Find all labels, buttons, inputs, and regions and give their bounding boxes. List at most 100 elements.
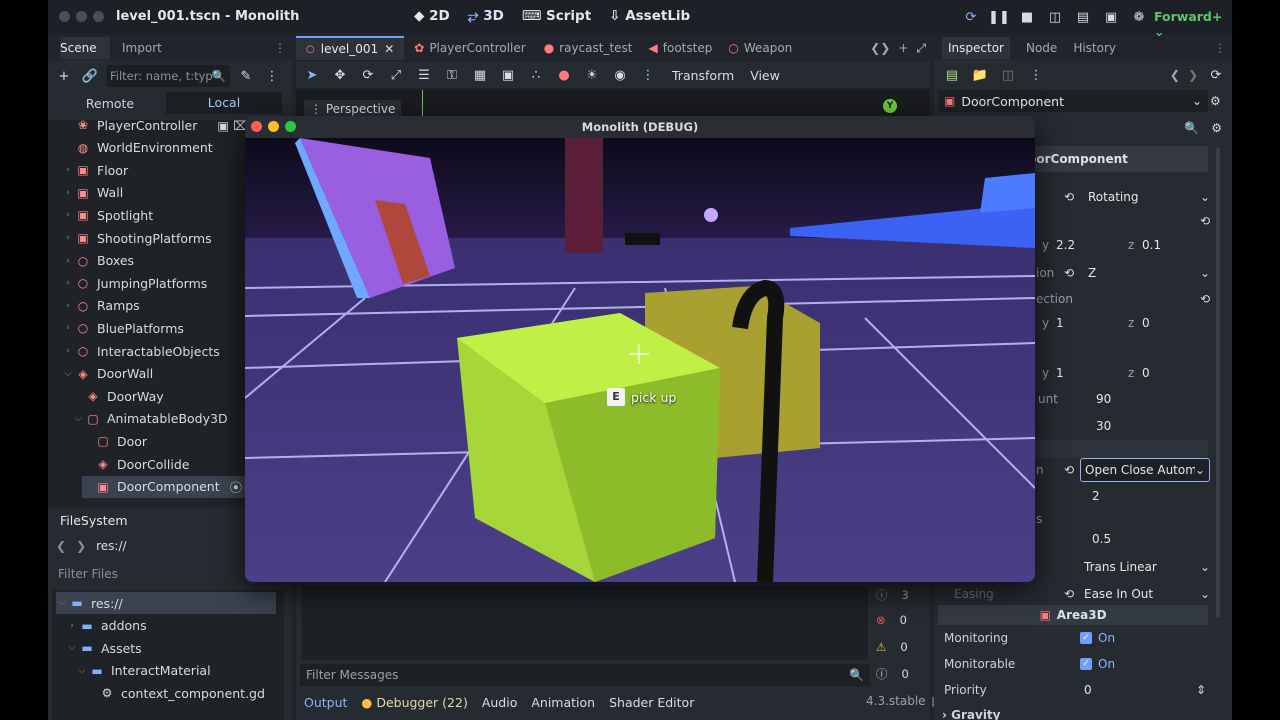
game-zoom-dot[interactable] (285, 121, 296, 132)
sun-icon[interactable]: ☀ (582, 65, 602, 85)
tab-audio[interactable]: Audio (482, 695, 518, 710)
filter-files-input[interactable]: Filter Files (58, 567, 118, 581)
select-icon[interactable]: ➤ (302, 65, 322, 85)
monitorable-checkbox[interactable]: ✓ (1080, 658, 1092, 670)
link-icon[interactable]: 🔗 (80, 66, 100, 86)
revert-icon[interactable]: ⟲ (1064, 463, 1074, 477)
tab-player-controller[interactable]: ✿ PlayerController (404, 41, 535, 55)
move-icon[interactable]: ✥ (330, 65, 350, 85)
revert-icon[interactable]: ⟲ (1200, 292, 1210, 306)
scene-tree-item[interactable]: ◈ DoorWay (72, 385, 163, 407)
collapse-arrow-icon[interactable]: ⌵ (72, 414, 84, 424)
tab-node[interactable]: Node (1026, 41, 1057, 55)
expand-arrow-icon[interactable]: › (62, 256, 74, 266)
view-menu[interactable]: View (750, 68, 780, 83)
assetlib-button[interactable]: ⇩ AssetLib (609, 8, 690, 24)
reload-icon[interactable]: ⟳ (961, 7, 981, 27)
gravity-section[interactable]: › Gravity (938, 702, 1208, 720)
remote-toggle[interactable]: Remote (54, 96, 166, 111)
dock-menu-icon[interactable]: ⋮ (274, 41, 286, 55)
expand-arrow-icon[interactable]: › (62, 188, 74, 198)
transform-menu[interactable]: Transform (672, 68, 734, 83)
chevron-down-icon[interactable]: ⌄ (1200, 190, 1210, 204)
scene-filter-input[interactable]: Filter: name, t:type, 🔍 (106, 65, 230, 87)
tab-output[interactable]: Output (304, 695, 347, 710)
lock-icon[interactable]: ⚿ (442, 65, 462, 85)
more-icon[interactable]: ⋮ (1026, 65, 1046, 85)
save-icon[interactable]: ◫ (998, 65, 1018, 85)
back-icon[interactable]: ❮ (56, 539, 66, 553)
local-toggle[interactable]: Local (166, 92, 282, 114)
minimize-dot[interactable] (76, 11, 87, 22)
scene-tree-item[interactable]: › ○ InteractableObjects (62, 340, 220, 362)
tab-raycast-test[interactable]: ● raycast_test (536, 41, 641, 55)
renderer-select[interactable]: Forward+ ⌄ (1154, 9, 1232, 39)
new-resource-icon[interactable]: ▤ (942, 65, 962, 85)
y-axis-gizmo[interactable]: Y (883, 99, 897, 113)
game-minimize-dot[interactable] (268, 121, 279, 132)
revert-icon[interactable]: ⟲ (1200, 214, 1210, 228)
scene-tree-item[interactable]: › ▣ Floor (62, 159, 128, 181)
stop-icon[interactable]: ■ (1017, 7, 1037, 27)
expand-arrow-icon[interactable]: › (62, 278, 74, 288)
path-field[interactable]: res:// (96, 539, 126, 553)
movie-icon[interactable]: ▤ (1073, 7, 1093, 27)
monitoring-checkbox[interactable]: ✓ (1080, 632, 1092, 644)
scene-tree-item[interactable]: › ○ Ramps (62, 295, 140, 317)
tab-scene[interactable]: Scene (60, 37, 110, 59)
tab-shader-editor[interactable]: Shader Editor (609, 695, 694, 710)
file-tree-item[interactable]: › ▬ addons (66, 615, 146, 637)
history-forward-icon[interactable]: ❯ (1188, 68, 1198, 82)
info-filter[interactable]: ⓘ 3 (876, 584, 924, 606)
tools-icon[interactable]: ⚙ (1210, 94, 1221, 108)
close-tab-icon[interactable]: ✕ (384, 42, 394, 56)
zoom-dot[interactable] (93, 11, 104, 22)
scene-tree-item[interactable]: ⌵ ◈ DoorWall (62, 363, 154, 385)
tab-inspector[interactable]: Inspector (942, 37, 1010, 59)
expand-arrow-icon[interactable]: ⌵ (56, 598, 68, 608)
scene-tree-item[interactable]: ❀ PlayerController ▣ ⌧ (62, 114, 248, 136)
scene-tree-item[interactable]: › ○ JumpingPlatforms (62, 272, 207, 294)
expand-arrow-icon[interactable]: ⌵ (66, 643, 78, 653)
file-tree-item[interactable]: ⌵ ▬ res:// (56, 592, 276, 614)
mode-3d-button[interactable]: ⥂ 3D (468, 8, 504, 24)
environment-icon[interactable]: ◉ (610, 65, 630, 85)
tab-level-001[interactable]: ○ level_001 ✕ (296, 36, 405, 60)
object-history-icon[interactable]: ⟳ (1206, 65, 1226, 85)
run-scene-icon[interactable]: ▣ (1101, 7, 1121, 27)
gizmo-icon[interactable]: ● (554, 65, 574, 85)
scene-tree-item[interactable]: › ▣ ShootingPlatforms (62, 227, 211, 249)
scene-tree-item[interactable]: ◍ WorldEnvironment (62, 137, 213, 159)
history-back-icon[interactable]: ❮ (1170, 68, 1180, 82)
scene-tree-item[interactable]: ◈ DoorCollide (82, 453, 189, 475)
file-tree-item[interactable]: ⌵ ▬ Assets (66, 637, 142, 659)
file-tree-item[interactable]: ⌵ ▬ InteractMaterial (76, 660, 211, 682)
more-icon[interactable]: ⋮ (262, 66, 282, 86)
tab-import[interactable]: Import (122, 41, 162, 55)
script-button[interactable]: ⌨ Script (522, 8, 591, 24)
revert-icon[interactable]: ⟲ (1064, 587, 1074, 601)
expand-arrow-icon[interactable]: › (62, 165, 74, 175)
revert-icon[interactable]: ⟲ (1064, 266, 1074, 280)
tab-animation[interactable]: Animation (531, 695, 595, 710)
filter-messages-input[interactable]: Filter Messages 🔍 (300, 664, 870, 686)
node-status-icon[interactable]: ▣ ⌧ (217, 118, 247, 133)
forward-icon[interactable]: ❯ (76, 539, 86, 553)
mode-2d-button[interactable]: ◆ 2D (414, 8, 450, 24)
expand-arrow-icon[interactable]: › (62, 233, 74, 243)
chevron-down-icon[interactable]: ⌄ (1200, 587, 1210, 601)
tab-debugger[interactable]: ● Debugger (22) (361, 695, 467, 710)
file-tree-item[interactable]: ⚙ context_component.gd (86, 682, 265, 704)
signal-icon[interactable]: ⦿ (230, 477, 243, 496)
message-filter[interactable]: ⓘ 0 (876, 660, 924, 687)
expand-arrow-icon[interactable]: ⌵ (76, 666, 88, 676)
tab-footstep[interactable]: ◀ footstep (641, 41, 721, 55)
expand-arrow-icon[interactable]: › (62, 323, 74, 333)
bug-icon[interactable]: ❁ (1129, 7, 1149, 27)
open-mode-select[interactable]: Open Close Automa ⌄ (1080, 458, 1210, 482)
game-window[interactable]: Monolith (DEBUG) E pick up (245, 116, 1035, 582)
warning-filter[interactable]: ⚠ 0 (876, 633, 924, 660)
add-tab-icon[interactable]: + (898, 41, 908, 55)
more-icon[interactable]: ⋮ (638, 65, 658, 85)
tab-history[interactable]: History (1073, 41, 1116, 55)
